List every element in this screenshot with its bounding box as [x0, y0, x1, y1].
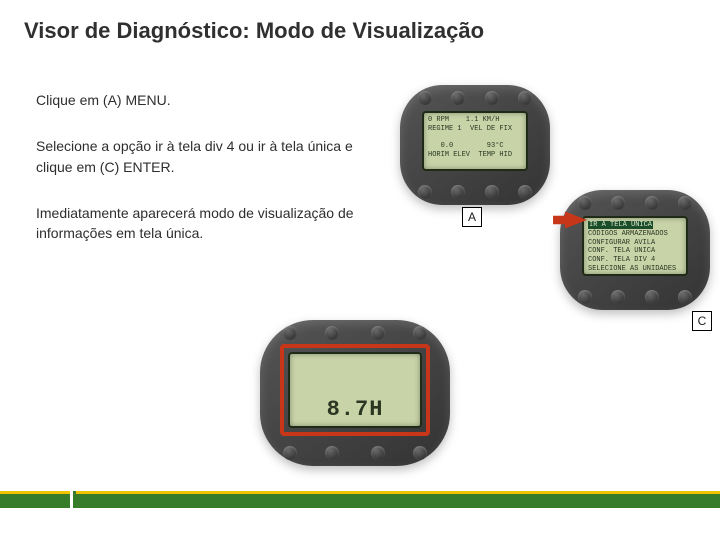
arrow-right-icon [565, 212, 587, 229]
device-button [371, 446, 385, 460]
lcd-line: HORIM ELEV TEMP HID [428, 151, 512, 159]
footer-accent-icon [73, 491, 76, 508]
device-single-view: 8.7H HORAS MOT AMP RUI [260, 320, 450, 466]
lcd-line: 0.0 93°C [428, 142, 504, 150]
device-top-view: 0 RPM 1.1 KM/H REGIME 1 VEL DE FIX 0.0 9… [400, 85, 550, 205]
lcd-value: 8.7H [294, 396, 416, 424]
device-menu-screen: IR A TELA ÚNICA CÓDIGOS ARMAZENADOS CONF… [582, 216, 688, 276]
device-button [418, 185, 432, 199]
device-button [678, 290, 692, 304]
device-button [283, 446, 297, 460]
device-button [485, 185, 499, 199]
callout-a: A [462, 207, 482, 227]
device-button [611, 290, 625, 304]
device-button [413, 326, 427, 340]
device-button [645, 290, 659, 304]
device-button [645, 196, 659, 210]
device-button [578, 196, 592, 210]
device-top-screen: 0 RPM 1.1 KM/H REGIME 1 VEL DE FIX 0.0 9… [422, 111, 528, 171]
device-button [451, 91, 465, 105]
lcd-line-selected: IR A TELA ÚNICA [588, 221, 653, 229]
device-button [678, 196, 692, 210]
device-button [518, 185, 532, 199]
figure-group: 0 RPM 1.1 KM/H REGIME 1 VEL DE FIX 0.0 9… [0, 0, 720, 540]
device-button [418, 91, 432, 105]
brand-footer-bar [0, 494, 720, 508]
device-button [371, 326, 385, 340]
device-button [283, 326, 297, 340]
device-button [451, 185, 465, 199]
device-button [485, 91, 499, 105]
device-button [611, 196, 625, 210]
lcd-line: 0 RPM 1.1 KM/H [428, 116, 499, 124]
device-button [325, 446, 339, 460]
device-button [325, 326, 339, 340]
device-menu-view: IR A TELA ÚNICA CÓDIGOS ARMAZENADOS CONF… [560, 190, 710, 310]
callout-c: C [692, 311, 712, 331]
lcd-line: REGIME 1 VEL DE FIX [428, 125, 512, 133]
device-button [413, 446, 427, 460]
device-button [518, 91, 532, 105]
device-single-screen: 8.7H HORAS MOT AMP RUI [288, 352, 422, 428]
lcd-body: CÓDIGOS ARMAZENADOS CONFIGURAR AVILA CON… [588, 230, 676, 273]
device-button [578, 290, 592, 304]
